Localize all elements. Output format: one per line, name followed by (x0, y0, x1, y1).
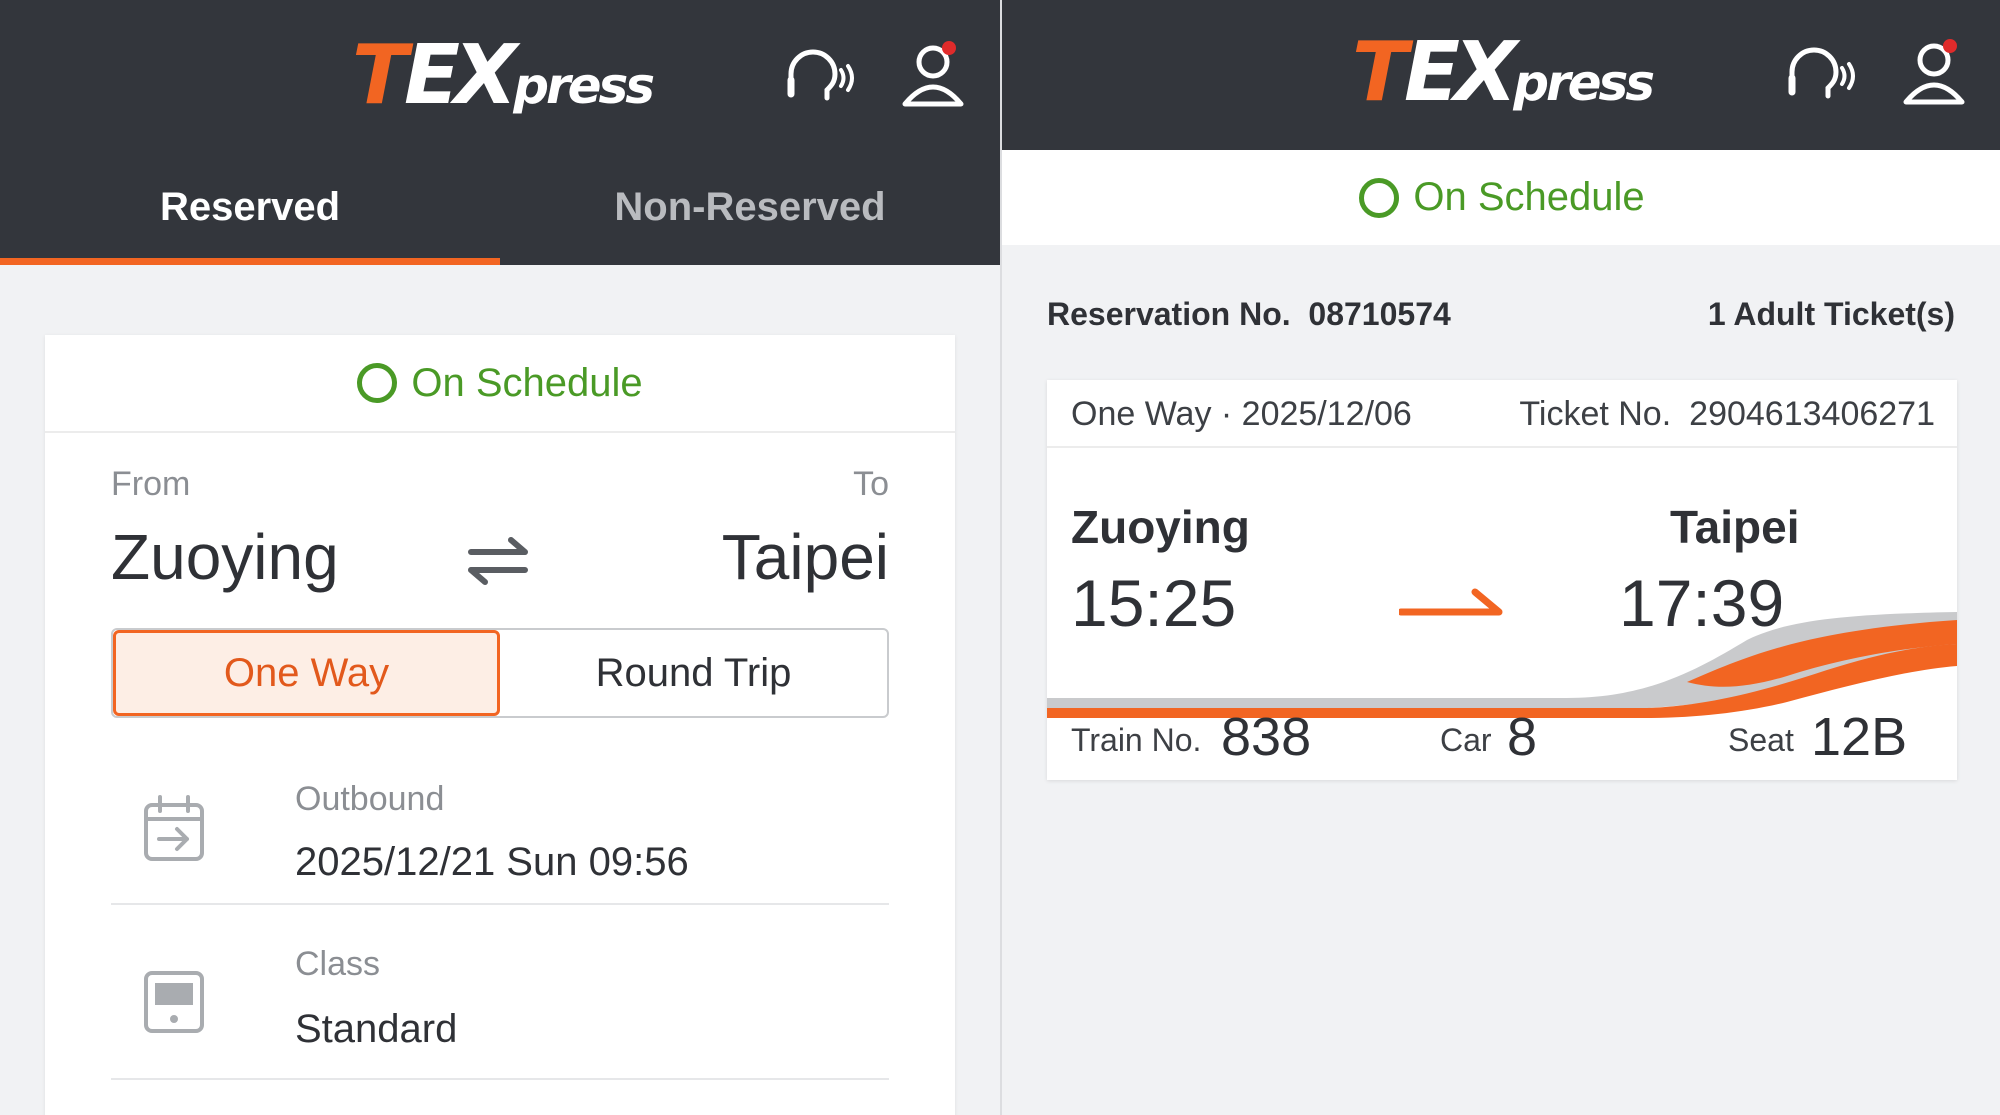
ticket-header: One Way · 2025/12/06 Ticket No. 290461340… (1047, 380, 1957, 448)
seat-label: Seat (1728, 722, 1794, 758)
seat-icon (141, 965, 207, 1037)
ticket-footer: Train No. 838 Car 8 Seat 12B (1047, 700, 1957, 780)
calendar-icon (141, 793, 207, 865)
reservation-number: Reservation No. 08710574 (1047, 296, 1451, 333)
class-value: Standard (295, 1007, 458, 1051)
outbound-row[interactable]: Outbound 2025/12/21 Sun 09:56 (111, 745, 889, 905)
user-icon[interactable] (1894, 32, 1974, 112)
ticket-number-value: 2904613406271 (1689, 395, 1935, 433)
reservation-value: 08710574 (1308, 296, 1451, 332)
arrival-time: 17:39 (1619, 566, 1785, 640)
status-text: On Schedule (1413, 175, 1645, 219)
car-label: Car (1440, 722, 1492, 758)
departure-station: Zuoying (1071, 501, 1250, 553)
booking-panel: T EX press Reserved Non-Reserved On Sche… (0, 0, 1000, 1115)
trip-type-toggle: One Way Round Trip (111, 628, 889, 718)
status-bar: On Schedule (45, 335, 955, 433)
from-label: From (111, 465, 191, 503)
ticket-type-tabs: Reserved Non-Reserved (0, 175, 1000, 265)
active-tab-indicator (0, 258, 500, 265)
tab-non-reserved[interactable]: Non-Reserved (500, 175, 1000, 265)
swap-icon[interactable] (465, 528, 531, 594)
booking-card: On Schedule From To Zuoying Taipei One W… (45, 335, 955, 1115)
ticket-number-label: Ticket No. (1519, 395, 1672, 433)
car-value: 8 (1507, 707, 1538, 767)
status-circle-icon (357, 363, 398, 403)
ticket-number: Ticket No. 2904613406271 (1519, 395, 1935, 434)
app-header: T EX press (1002, 0, 2000, 150)
ticket-count: 1 Adult Ticket(s) (1707, 296, 1955, 332)
tab-reserved[interactable]: Reserved (0, 175, 500, 265)
train-no-label: Train No. (1071, 722, 1202, 758)
arrow-right-icon (1397, 580, 1503, 620)
class-label: Class (295, 945, 381, 983)
to-label: To (853, 465, 889, 503)
headset-icon[interactable] (1778, 34, 1858, 114)
trip-date: One Way · 2025/12/06 (1071, 395, 1412, 433)
status-text: On Schedule (411, 360, 643, 405)
texpress-logo: T EX press (352, 28, 655, 123)
reservation-label: Reservation No. (1047, 296, 1291, 332)
class-row[interactable]: Class Standard (111, 905, 889, 1080)
screen: T EX press Reserved Non-Reserved On Sche… (0, 0, 2000, 1115)
outbound-datetime: 2025/12/21 Sun 09:56 (295, 840, 689, 884)
status-bar: On Schedule (1002, 150, 2000, 245)
user-icon[interactable] (893, 34, 973, 114)
ticket-panel: T EX press On Schedule Reservation No. 0… (1000, 0, 2000, 1115)
to-station[interactable]: Taipei (722, 520, 889, 594)
one-way-button[interactable]: One Way (113, 630, 500, 716)
train-no-value: 838 (1221, 707, 1312, 767)
departure-time: 15:25 (1071, 566, 1237, 640)
texpress-logo: T EX press (1352, 25, 1655, 120)
status-circle-icon (1359, 177, 1400, 218)
from-station[interactable]: Zuoying (111, 520, 339, 594)
ticket-card[interactable]: One Way · 2025/12/06 Ticket No. 290461340… (1047, 380, 1957, 780)
outbound-label: Outbound (295, 780, 445, 818)
round-trip-button[interactable]: Round Trip (500, 630, 887, 716)
arrival-station: Taipei (1670, 501, 1800, 553)
seat-value: 12B (1811, 707, 1908, 767)
headset-icon[interactable] (777, 36, 857, 116)
